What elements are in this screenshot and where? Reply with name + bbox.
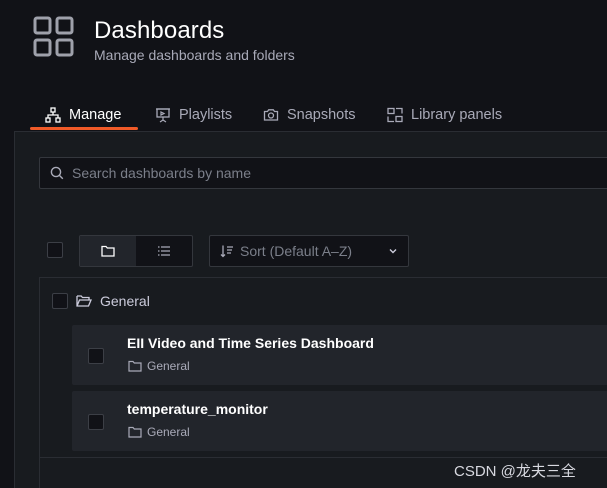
folder-name: General — [100, 293, 150, 309]
dashboards-grid-icon — [33, 16, 74, 57]
folder-open-icon — [76, 295, 92, 307]
dashboard-title[interactable]: EII Video and Time Series Dashboard — [127, 335, 374, 351]
tab-playlists[interactable]: Playlists — [155, 100, 232, 130]
folder-row-general[interactable]: General — [52, 293, 150, 309]
select-all-checkbox[interactable] — [47, 242, 63, 258]
folder-icon — [128, 426, 142, 438]
folder-view-button[interactable] — [80, 236, 136, 266]
watermark: CSDN @龙夫三全 — [454, 463, 576, 480]
search-box[interactable] — [39, 157, 607, 189]
dashboard-checkbox[interactable] — [88, 348, 104, 364]
tab-library-panels[interactable]: Library panels — [387, 100, 502, 130]
sort-select[interactable]: Sort (Default A–Z) — [209, 235, 409, 267]
dashboard-checkbox[interactable] — [88, 414, 104, 430]
search-input[interactable] — [72, 165, 572, 181]
chevron-down-icon — [389, 249, 397, 254]
active-tab-indicator — [30, 127, 138, 130]
tab-manage-label: Manage — [69, 107, 122, 123]
sort-amount-down-icon — [220, 245, 233, 258]
tab-snapshots[interactable]: Snapshots — [263, 100, 356, 130]
library-panels-icon — [387, 107, 403, 123]
tab-library-panels-label: Library panels — [411, 107, 503, 123]
page-title: Dashboards — [94, 17, 225, 44]
folder-icon — [101, 245, 115, 257]
sitemap-icon — [45, 107, 61, 123]
dashboard-title[interactable]: temperature_monitor — [127, 401, 268, 417]
dashboard-card[interactable] — [72, 391, 607, 451]
dashboard-folder-label: General — [128, 425, 190, 439]
folder-checkbox[interactable] — [52, 293, 68, 309]
dashboard-folder-name: General — [147, 359, 190, 373]
view-toggle — [79, 235, 193, 267]
tab-snapshots-label: Snapshots — [287, 107, 356, 123]
dashboard-folder-label: General — [128, 359, 190, 373]
camera-icon — [263, 109, 279, 121]
list-view-button[interactable] — [136, 236, 192, 266]
tab-manage[interactable]: Manage — [45, 100, 121, 130]
list-icon — [158, 246, 170, 256]
dashboard-folder-name: General — [147, 425, 190, 439]
folder-icon — [128, 360, 142, 372]
tab-playlists-label: Playlists — [179, 107, 233, 123]
page-subtitle: Manage dashboards and folders — [94, 47, 295, 63]
presentation-icon — [156, 108, 170, 123]
divider — [39, 457, 607, 458]
search-icon — [50, 166, 64, 180]
dashboard-card[interactable] — [72, 325, 607, 385]
sort-label: Sort (Default A–Z) — [240, 243, 353, 259]
